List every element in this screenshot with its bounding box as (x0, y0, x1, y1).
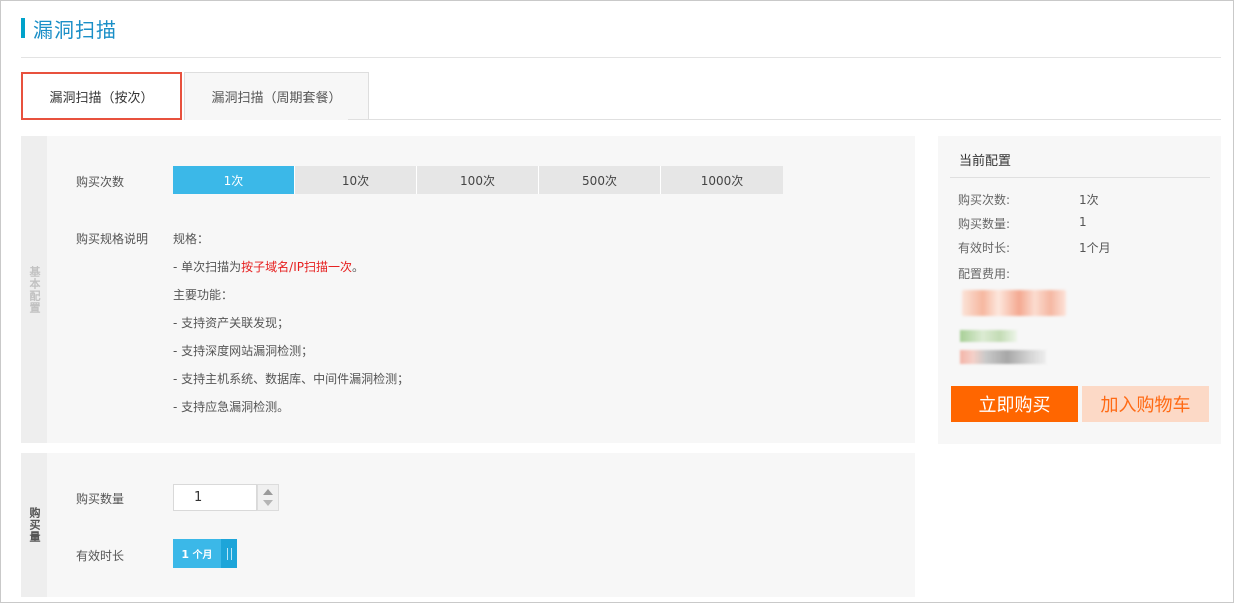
page-title: 漏洞扫描 (33, 17, 117, 42)
grip-icon (226, 547, 232, 560)
promo-text-blurred (960, 330, 1017, 342)
summary-divider (950, 177, 1210, 178)
count-option-500[interactable]: 500次 (539, 166, 661, 194)
summary-title: 当前配置 (959, 154, 1012, 169)
duration-slider[interactable]: 1 个月 (173, 539, 237, 568)
summary-value-duration: 1个月 (1079, 241, 1111, 255)
count-option-100[interactable]: 100次 (417, 166, 539, 194)
spec-line-prefix: - 单次扫描为 (173, 260, 242, 274)
basic-config-side: 基本配置 (21, 136, 47, 443)
summary-key-quantity: 购买数量: (958, 217, 1011, 231)
summary-value-count: 1次 (1079, 193, 1099, 207)
add-to-cart-button[interactable]: 加入购物车 (1082, 386, 1209, 422)
features-heading: 主要功能： (173, 288, 234, 302)
page-header: 漏洞扫描 (21, 15, 117, 42)
feature-item: - 支持主机系统、数据库、中间件漏洞检测； (173, 372, 410, 386)
purchase-config-side: 购买量 (21, 453, 47, 597)
quantity-input[interactable] (173, 484, 257, 511)
purchase-config-side-label: 购买量 (28, 507, 41, 543)
duration-label: 有效时长 (76, 549, 125, 563)
slider-handle[interactable] (221, 539, 237, 568)
duration-value: 1 个月 (173, 546, 221, 561)
count-option-1000[interactable]: 1000次 (661, 166, 783, 194)
basic-config-panel: 基本配置 购买次数 1次 10次 100次 500次 1000次 购买规格说明 … (21, 136, 915, 443)
quantity-stepper[interactable] (257, 484, 279, 511)
summary-fee-label: 配置费用: (958, 267, 1011, 281)
summary-value-quantity: 1 (1079, 215, 1087, 229)
stepper-down-icon[interactable] (263, 500, 273, 506)
count-option-1[interactable]: 1次 (173, 166, 295, 194)
purchase-count-label: 购买次数 (76, 175, 125, 189)
feature-item: - 支持深度网站漏洞检测； (173, 344, 314, 358)
tab-scan-per-use[interactable]: 漏洞扫描（按次） (21, 72, 182, 120)
summary-key-count: 购买次数: (958, 193, 1011, 207)
spec-description-label: 购买规格说明 (76, 232, 149, 246)
purchase-config-panel: 购买量 购买数量 有效时长 1 个月 (21, 453, 915, 597)
purchase-count-options: 1次 10次 100次 500次 1000次 (173, 166, 783, 194)
spec-line-suffix: 。 (351, 260, 364, 274)
tab-scan-periodic-package[interactable]: 漏洞扫描（周期套餐） (184, 72, 369, 120)
duration-unit: 个月 (192, 550, 213, 561)
spec-line-highlight: 按子域名/IP扫描一次 (241, 260, 352, 274)
stepper-up-icon[interactable] (263, 489, 273, 495)
basic-config-side-label: 基本配置 (28, 265, 41, 314)
summary-key-duration: 有效时长: (958, 241, 1011, 255)
feature-item: - 支持应急漏洞检测。 (173, 400, 290, 414)
count-option-10[interactable]: 10次 (295, 166, 417, 194)
spec-heading: 规格： (173, 232, 210, 246)
tab-underline (348, 119, 1221, 120)
price-value-blurred (962, 290, 1066, 316)
feature-item: - 支持资产关联发现； (173, 316, 290, 330)
current-config-summary: 当前配置 购买次数: 1次 购买数量: 1 有效时长: 1个月 配置费用: 立即… (938, 136, 1221, 444)
duration-number: 1 (181, 548, 190, 561)
spec-line-single-scan: - 单次扫描为按子域名/IP扫描一次。 (173, 258, 364, 275)
title-accent-bar (21, 18, 25, 38)
discount-text-blurred (960, 350, 1046, 364)
buy-now-button[interactable]: 立即购买 (951, 386, 1078, 422)
quantity-label: 购买数量 (76, 492, 125, 506)
title-divider (21, 57, 1221, 58)
